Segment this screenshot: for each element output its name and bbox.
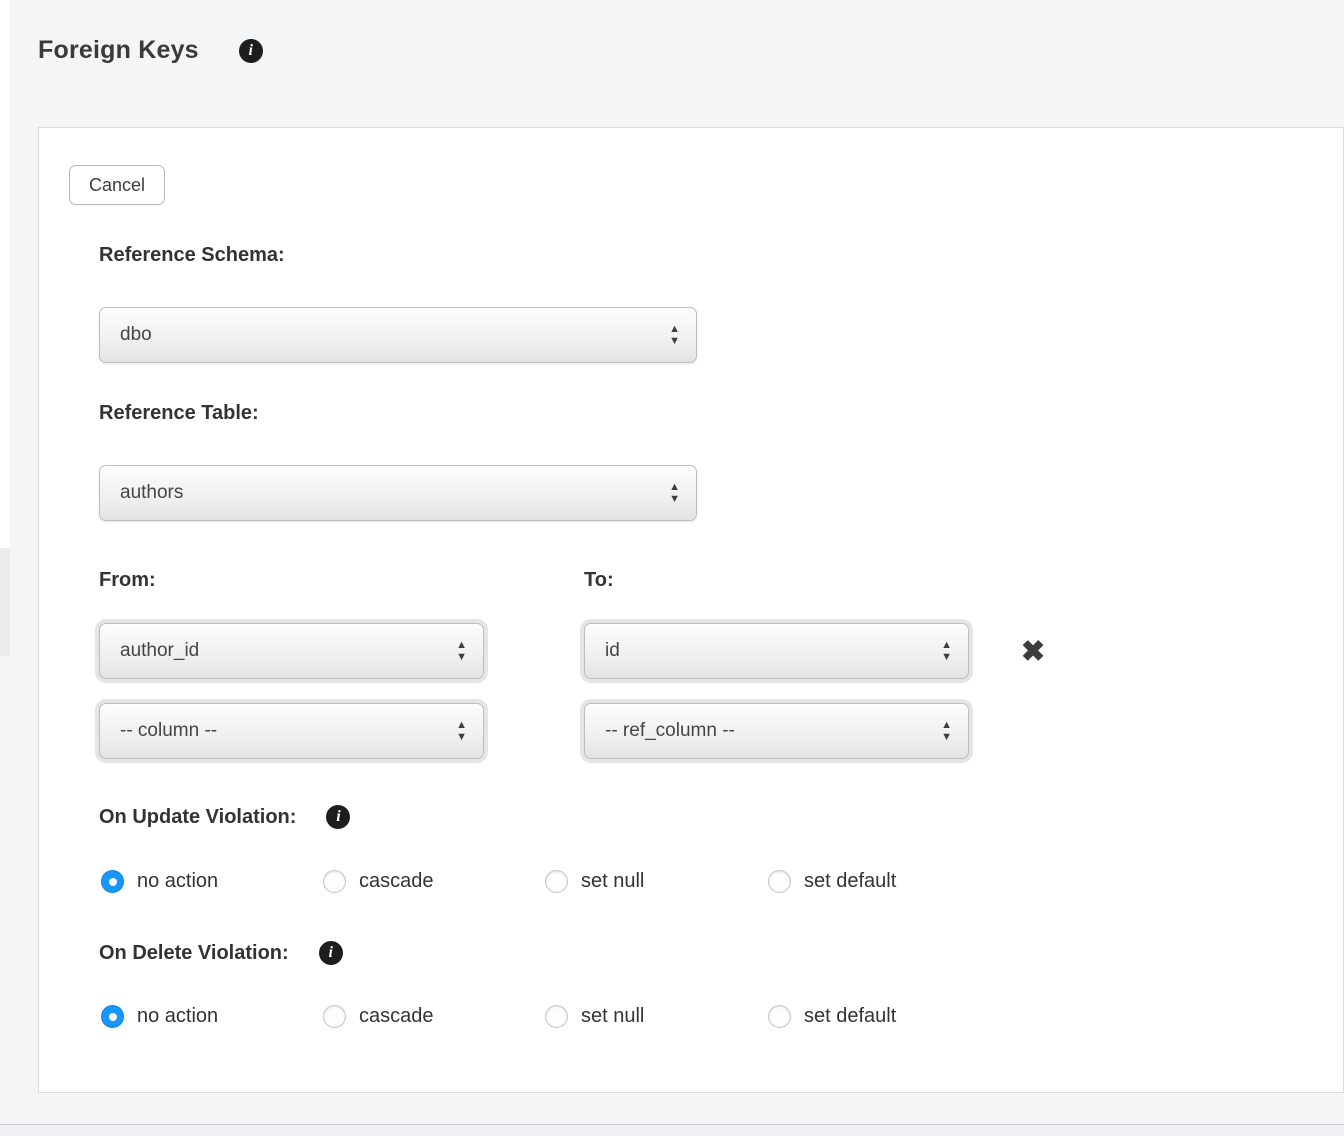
radio-label: set null [581, 870, 644, 893]
radio-unchecked-icon [545, 1005, 568, 1028]
radio-unchecked-icon [323, 870, 346, 893]
cancel-button[interactable]: Cancel [69, 165, 165, 205]
reference-schema-value: dbo [120, 324, 669, 346]
left-edge-panel-lower [0, 548, 10, 656]
radio-on-delete-set-default[interactable]: set default [768, 1005, 896, 1028]
radio-on-update-no-action[interactable]: no action [101, 870, 218, 893]
from-label: From: [99, 569, 156, 592]
info-icon[interactable]: i [319, 941, 343, 965]
radio-unchecked-icon [768, 1005, 791, 1028]
to-label: To: [584, 569, 614, 592]
radio-label: cascade [359, 870, 434, 893]
arrow-up-icon: ▲ [456, 720, 467, 730]
to-column-value: id [605, 640, 941, 662]
radio-on-delete-no-action[interactable]: no action [101, 1005, 218, 1028]
new-ref-column-select[interactable]: -- ref_column -- ▲ ▼ [584, 703, 969, 759]
select-arrows-icon: ▲ ▼ [456, 640, 467, 662]
select-arrows-icon: ▲ ▼ [456, 720, 467, 742]
select-arrows-icon: ▲ ▼ [941, 640, 952, 662]
radio-label: no action [137, 1005, 218, 1028]
radio-label: set default [804, 1005, 896, 1028]
radio-unchecked-icon [545, 870, 568, 893]
foreign-keys-page: Foreign Keys i Cancel Reference Schema: … [0, 0, 1344, 1136]
reference-schema-select[interactable]: dbo ▲ ▼ [99, 307, 697, 363]
arrow-down-icon: ▼ [456, 732, 467, 742]
arrow-up-icon: ▲ [669, 324, 680, 334]
radio-on-delete-set-null[interactable]: set null [545, 1005, 644, 1028]
foreign-key-editor-panel: Cancel Reference Schema: dbo ▲ ▼ Referen… [38, 127, 1344, 1093]
radio-on-update-set-default[interactable]: set default [768, 870, 896, 893]
bottom-divider-bar [0, 1124, 1344, 1136]
from-column-value: author_id [120, 640, 456, 662]
arrow-up-icon: ▲ [456, 640, 467, 650]
left-edge-panel [0, 0, 10, 548]
arrow-down-icon: ▼ [941, 732, 952, 742]
radio-label: set null [581, 1005, 644, 1028]
on-update-violation-label: On Update Violation: [99, 806, 296, 829]
info-icon[interactable]: i [326, 805, 350, 829]
radio-on-delete-cascade[interactable]: cascade [323, 1005, 434, 1028]
arrow-up-icon: ▲ [669, 482, 680, 492]
select-arrows-icon: ▲ ▼ [669, 482, 680, 504]
radio-label: cascade [359, 1005, 434, 1028]
on-delete-radio-group: no action cascade set null set default [39, 1005, 1343, 1033]
radio-label: set default [804, 870, 896, 893]
on-delete-violation-label: On Delete Violation: [99, 942, 289, 965]
reference-table-value: authors [120, 482, 669, 504]
to-column-select[interactable]: id ▲ ▼ [584, 623, 969, 679]
on-update-radio-group: no action cascade set null set default [39, 870, 1343, 898]
from-column-select[interactable]: author_id ▲ ▼ [99, 623, 484, 679]
select-arrows-icon: ▲ ▼ [669, 324, 680, 346]
page-title: Foreign Keys [38, 36, 199, 65]
radio-unchecked-icon [323, 1005, 346, 1028]
radio-checked-icon [101, 1005, 124, 1028]
new-column-select[interactable]: -- column -- ▲ ▼ [99, 703, 484, 759]
select-arrows-icon: ▲ ▼ [941, 720, 952, 742]
arrow-down-icon: ▼ [941, 652, 952, 662]
on-update-label-row: On Update Violation: i [99, 805, 350, 829]
radio-label: no action [137, 870, 218, 893]
radio-unchecked-icon [768, 870, 791, 893]
arrow-up-icon: ▲ [941, 720, 952, 730]
new-ref-column-placeholder: -- ref_column -- [605, 720, 941, 742]
reference-table-label: Reference Table: [99, 402, 259, 425]
radio-on-update-cascade[interactable]: cascade [323, 870, 434, 893]
arrow-down-icon: ▼ [669, 494, 680, 504]
remove-mapping-button[interactable]: ✖ [1011, 623, 1055, 679]
arrow-up-icon: ▲ [941, 640, 952, 650]
radio-on-update-set-null[interactable]: set null [545, 870, 644, 893]
arrow-down-icon: ▼ [456, 652, 467, 662]
reference-table-select[interactable]: authors ▲ ▼ [99, 465, 697, 521]
radio-dot [109, 1013, 117, 1021]
arrow-down-icon: ▼ [669, 336, 680, 346]
reference-schema-label: Reference Schema: [99, 244, 285, 267]
info-icon[interactable]: i [239, 39, 263, 63]
page-header: Foreign Keys i [38, 36, 263, 65]
radio-checked-icon [101, 870, 124, 893]
radio-dot [109, 878, 117, 886]
new-column-placeholder: -- column -- [120, 720, 456, 742]
on-delete-label-row: On Delete Violation: i [99, 941, 343, 965]
